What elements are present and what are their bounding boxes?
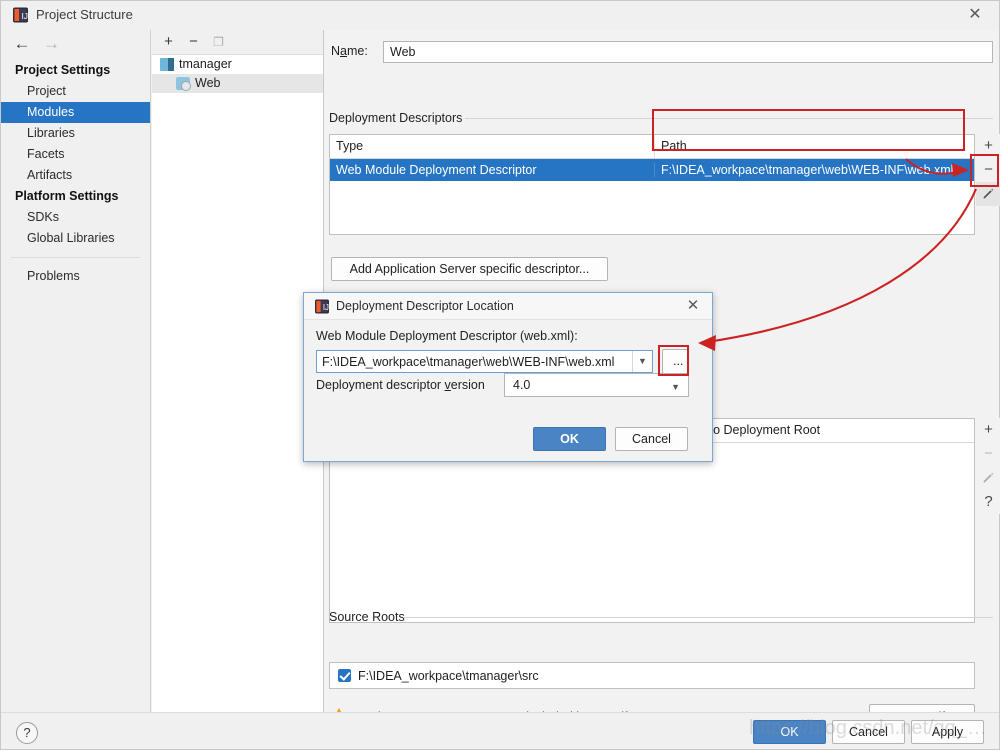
column-header-path: Path (661, 139, 687, 153)
descriptor-version-select[interactable]: 4.0 ▼ (504, 373, 689, 397)
cancel-button[interactable]: Cancel (832, 720, 905, 744)
source-roots-label: Source Roots (329, 610, 405, 624)
deployment-descriptors-table: Type Path Web Module Deployment Descript… (329, 134, 975, 235)
descriptor-path-label: Web Module Deployment Descriptor (web.xm… (316, 329, 578, 343)
nav-arrows: ← → (9, 34, 79, 56)
button-label: Cancel (849, 725, 888, 739)
cell-path: F:\IDEA_workpace\tmanager\web\WEB-INF\we… (661, 163, 954, 177)
edit-descriptor-button[interactable] (976, 182, 1000, 206)
column-header-type: Type (330, 135, 655, 158)
module-tree-toolbar: + − ❐ (152, 30, 323, 55)
pencil-icon (983, 188, 994, 199)
web-resource-help-button[interactable]: ? (976, 490, 1000, 514)
descriptor-path-combobox: ▼ (316, 350, 653, 373)
sidebar-item-libraries[interactable]: Libraries (1, 123, 150, 144)
button-label: ... (673, 354, 684, 368)
add-web-resource-button[interactable]: + (976, 418, 1000, 442)
window-title-bar: IJ Project Structure ✕ (1, 1, 999, 30)
chevron-down-icon[interactable]: ▼ (632, 351, 652, 372)
close-icon[interactable]: ✕ (964, 5, 986, 25)
table-header-row: Type Path (330, 135, 974, 159)
section-divider (403, 617, 993, 618)
copy-module-button[interactable]: ❐ (208, 32, 229, 53)
tree-node-label: tmanager (179, 57, 232, 71)
sidebar-divider (11, 257, 140, 258)
window-title: Project Structure (36, 7, 133, 22)
forward-icon[interactable]: → (38, 34, 64, 54)
sidebar-group-project-settings: Project Settings (15, 63, 111, 77)
browse-button[interactable]: ... (662, 349, 688, 374)
project-structure-window: IJ Project Structure ✕ ← → Project Setti… (0, 0, 1000, 750)
remove-module-button[interactable]: − (183, 32, 204, 53)
chevron-down-icon: ▼ (671, 382, 680, 392)
remove-descriptor-button[interactable]: − (976, 158, 1000, 182)
pencil-icon (983, 472, 994, 483)
dialog-title-bar: IJ Deployment Descriptor Location ✕ (304, 293, 712, 320)
folder-icon (160, 58, 174, 71)
button-label: Add Application Server specific descript… (349, 262, 590, 276)
dialog-footer: ? OK Cancel Apply (1, 712, 999, 749)
descriptors-side-toolbar: + − (976, 134, 1000, 206)
dialog-ok-button[interactable]: OK (533, 427, 606, 451)
section-divider (465, 118, 993, 119)
web-resource-side-toolbar: + − ? (976, 418, 1000, 514)
module-name-label: Name: (331, 44, 368, 58)
table-row[interactable]: Web Module Deployment Descriptor F:\IDEA… (330, 159, 974, 181)
deployment-descriptors-label: Deployment Descriptors (329, 111, 463, 125)
descriptor-version-value: 4.0 (513, 378, 531, 392)
dialog-title: Deployment Descriptor Location (336, 299, 514, 313)
sidebar-item-sdks[interactable]: SDKs (1, 207, 150, 228)
sidebar-item-artifacts[interactable]: Artifacts (1, 165, 150, 186)
sidebar-item-global-libraries[interactable]: Global Libraries (1, 228, 150, 249)
sidebar-item-modules[interactable]: Modules (1, 102, 150, 123)
sidebar-item-facets[interactable]: Facets (1, 144, 150, 165)
deployment-descriptor-location-dialog: IJ Deployment Descriptor Location ✕ Web … (303, 292, 713, 462)
intellij-idea-icon: IJ (13, 7, 28, 23)
source-root-checkbox[interactable] (338, 669, 351, 682)
close-icon[interactable]: ✕ (683, 296, 703, 316)
source-roots-list: F:\IDEA_workpace\tmanager\src (329, 662, 975, 689)
module-name-row: Name: (331, 41, 993, 63)
svg-text:IJ: IJ (21, 11, 28, 21)
module-tree-pane: + − ❐ tmanager Web (152, 30, 324, 712)
module-name-input[interactable] (383, 41, 993, 63)
sidebar-item-project[interactable]: Project (1, 81, 150, 102)
descriptor-path-input[interactable] (317, 351, 632, 372)
tree-node-web[interactable]: Web (152, 74, 323, 93)
button-label: Cancel (632, 432, 671, 446)
intellij-idea-icon: IJ (315, 299, 329, 314)
add-application-server-descriptor-button[interactable]: Add Application Server specific descript… (331, 257, 608, 281)
cell-type: Web Module Deployment Descriptor (330, 163, 655, 177)
back-icon[interactable]: ← (9, 34, 35, 54)
help-icon[interactable]: ? (16, 722, 38, 744)
apply-button[interactable]: Apply (911, 720, 984, 744)
add-module-button[interactable]: + (158, 32, 179, 53)
svg-text:IJ: IJ (323, 303, 329, 312)
edit-web-resource-button[interactable] (976, 466, 1000, 490)
tree-node-label: Web (195, 76, 221, 90)
add-descriptor-button[interactable]: + (976, 134, 1000, 158)
dialog-cancel-button[interactable]: Cancel (615, 427, 688, 451)
source-root-path: F:\IDEA_workpace\tmanager\src (358, 668, 539, 683)
ok-button[interactable]: OK (753, 720, 826, 744)
settings-sidebar: ← → Project Settings Project Modules Lib… (1, 30, 151, 712)
sidebar-group-platform-settings: Platform Settings (15, 189, 119, 203)
web-module-icon (176, 77, 191, 91)
button-label: Apply (931, 725, 964, 739)
remove-web-resource-button[interactable]: − (976, 442, 1000, 466)
tree-node-tmanager[interactable]: tmanager (152, 55, 323, 74)
sidebar-item-problems[interactable]: Problems (1, 266, 150, 287)
descriptor-version-label: Deployment descriptor version (316, 378, 485, 392)
